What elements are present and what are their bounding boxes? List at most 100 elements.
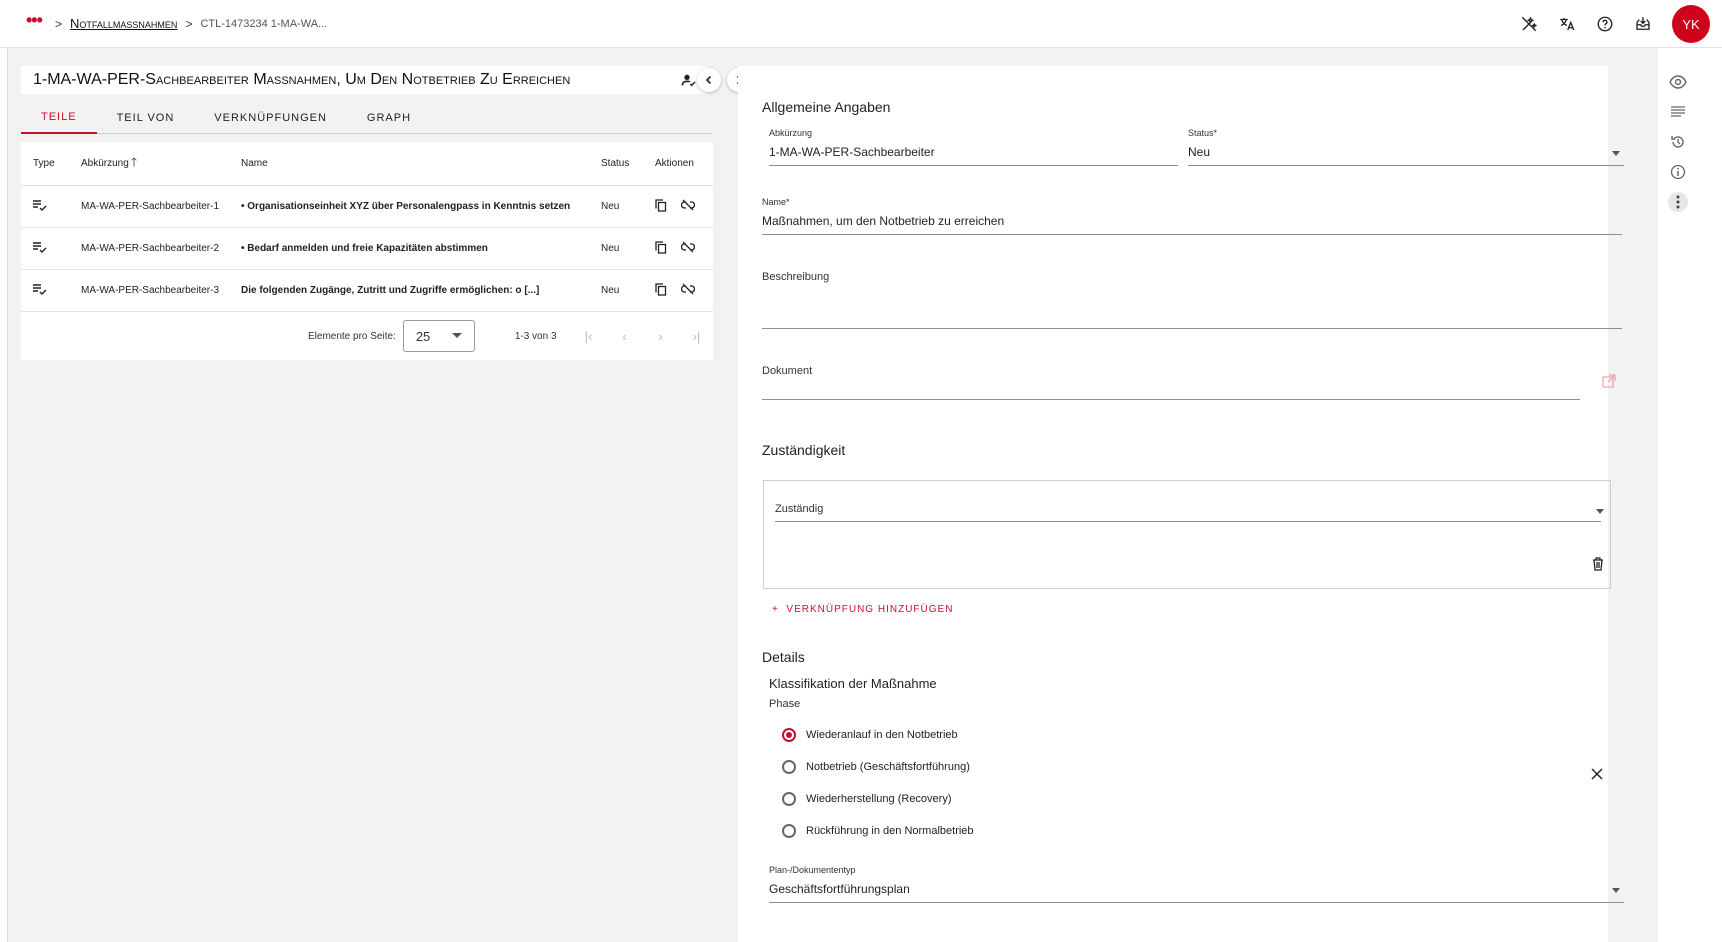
col-header-abk-label: Abkürzung: [81, 158, 129, 169]
main-menu-button[interactable]: •••: [26, 11, 43, 29]
phase-option-label: Notbetrieb (Geschäftsfortführung): [806, 761, 970, 773]
checklist-icon: [21, 241, 81, 256]
table-row[interactable]: MA-WA-PER-Sachbearbeiter-2 • Bedarf anme…: [21, 228, 713, 270]
tab-bar: Teile Teil von Verknüpfungen Graph: [21, 102, 713, 134]
next-page-icon[interactable]: ›: [651, 329, 671, 344]
row-name: • Organisationseinheit XYZ über Personal…: [241, 201, 571, 212]
right-rail: [1658, 48, 1722, 942]
name-input[interactable]: Maßnahmen, um den Notbetrieb zu erreiche…: [762, 214, 1004, 228]
phase-option-label: Wiederanlauf in den Notbetrieb: [806, 729, 958, 741]
col-header-abk[interactable]: Abkürzung 🡑: [81, 153, 241, 174]
tab-graph[interactable]: Graph: [347, 102, 431, 134]
plus-icon: +: [772, 604, 787, 615]
add-link-button[interactable]: + Verknüpfung hinzufügen: [772, 604, 953, 615]
page-size-value: 25: [415, 328, 431, 344]
eye-icon[interactable]: [1668, 72, 1688, 92]
dokument-underline: [762, 399, 1580, 400]
status-underline: [1188, 165, 1624, 166]
tab-verknuepfungen[interactable]: Verknüpfungen: [194, 102, 347, 134]
phase-label: Phase: [769, 698, 801, 710]
page-range: 1-3 von 3: [514, 330, 557, 342]
top-bar: ••• > Notfallmaßnahmen > CTL-1473234 1-M…: [0, 0, 1722, 48]
user-avatar[interactable]: YK: [1672, 5, 1710, 43]
phase-option-label: Wiederherstellung (Recovery): [806, 793, 952, 805]
phase-option-label: Rückführung in den Normalbetrieb: [806, 825, 974, 837]
unlink-icon[interactable]: [680, 283, 696, 298]
table-row[interactable]: MA-WA-PER-Sachbearbeiter-1 • Organisatio…: [21, 186, 713, 228]
page-size-label: Elemente pro Seite:: [308, 330, 396, 342]
beschreibung-underline: [762, 328, 1622, 329]
last-page-icon[interactable]: ›|: [687, 329, 707, 344]
row-abk: MA-WA-PER-Sachbearbeiter-2: [81, 243, 220, 254]
name-underline: [762, 234, 1622, 235]
col-header-actions: Aktionen: [655, 158, 694, 169]
page-size-select[interactable]: 25: [402, 320, 475, 352]
page-title: 1-MA-WA-PER-Sachbearbeiter Maßnahmen, Um…: [33, 71, 571, 88]
radio-selected[interactable]: [782, 728, 796, 742]
unlink-icon[interactable]: [680, 241, 696, 256]
col-header-type[interactable]: Type: [21, 158, 81, 169]
name-label: Name*: [762, 197, 790, 207]
row-abk: MA-WA-PER-Sachbearbeiter-3: [81, 285, 220, 296]
section-title-details: Details: [762, 649, 805, 665]
chevron-down-icon[interactable]: [1596, 509, 1604, 514]
unlink-icon[interactable]: [680, 199, 696, 214]
prev-page-icon[interactable]: ‹: [615, 329, 635, 344]
row-name: Die folgenden Zugänge, Zutritt und Zugri…: [241, 285, 540, 296]
delete-icon[interactable]: [1592, 557, 1604, 574]
first-page-icon[interactable]: |‹: [579, 329, 599, 344]
copy-icon[interactable]: [655, 240, 667, 257]
more-vertical-icon[interactable]: [1668, 192, 1688, 212]
history-icon[interactable]: [1668, 132, 1688, 152]
parts-table: Type Abkürzung 🡑 Name Status Aktionen MA-…: [21, 142, 713, 360]
row-status: Neu: [601, 201, 620, 212]
breadcrumb-link-notfallmassnahmen[interactable]: Notfallmaßnahmen: [70, 16, 177, 31]
inbox-icon[interactable]: [1624, 5, 1662, 43]
detail-form: Allgemeine Angaben Abkürzung 1-MA-WA-PER…: [738, 66, 1624, 942]
status-select[interactable]: Neu: [1188, 145, 1210, 159]
translate-icon[interactable]: [1548, 5, 1586, 43]
table-row[interactable]: MA-WA-PER-Sachbearbeiter-3 Die folgenden…: [21, 270, 713, 312]
tab-teile[interactable]: Teile: [21, 102, 97, 134]
phase-option[interactable]: Wiederherstellung (Recovery): [782, 792, 952, 806]
assign-user-icon[interactable]: [681, 72, 697, 91]
magic-off-icon[interactable]: [1510, 5, 1548, 43]
plan-select[interactable]: Geschäftsfortführungsplan: [769, 882, 910, 896]
sort-ascending-icon: 🡑: [130, 155, 138, 169]
row-status: Neu: [601, 285, 620, 296]
open-external-icon[interactable]: [1602, 374, 1616, 391]
status-label: Status*: [1188, 128, 1218, 138]
abk-input[interactable]: 1-MA-WA-PER-Sachbearbeiter: [769, 145, 935, 159]
beschreibung-input[interactable]: Beschreibung: [762, 271, 829, 283]
help-icon[interactable]: [1586, 5, 1624, 43]
chevron-down-icon: [451, 333, 462, 338]
radio-unselected[interactable]: [782, 792, 796, 806]
klassifikation-title: Klassifikation der Maßnahme: [769, 676, 937, 691]
dokument-input[interactable]: Dokument: [762, 365, 812, 377]
abk-label: Abkürzung: [769, 128, 813, 138]
collapse-left-button[interactable]: [697, 68, 721, 92]
radio-unselected[interactable]: [782, 760, 796, 774]
tab-teil-von[interactable]: Teil von: [97, 102, 195, 134]
chevron-down-icon[interactable]: [1612, 888, 1620, 893]
chevron-down-icon[interactable]: [1612, 151, 1620, 156]
radio-unselected[interactable]: [782, 824, 796, 838]
clear-phase-icon[interactable]: [1591, 768, 1603, 783]
col-header-name[interactable]: Name: [241, 158, 601, 169]
plan-underline: [769, 902, 1624, 903]
row-name: • Bedarf anmelden und freie Kapazitäten …: [241, 243, 488, 254]
info-icon[interactable]: [1668, 162, 1688, 182]
row-abk: MA-WA-PER-Sachbearbeiter-1: [81, 201, 220, 212]
left-panel: 1-MA-WA-PER-Sachbearbeiter Maßnahmen, Um…: [21, 66, 751, 360]
zustaendig-underline: [775, 521, 1601, 522]
phase-option[interactable]: Notbetrieb (Geschäftsfortführung): [782, 760, 970, 774]
phase-option[interactable]: Wiederanlauf in den Notbetrieb: [782, 728, 958, 742]
list-icon[interactable]: [1668, 102, 1688, 122]
copy-icon[interactable]: [655, 198, 667, 215]
col-header-status[interactable]: Status: [601, 158, 655, 169]
chevron-left-icon: [705, 75, 712, 85]
zustaendig-select[interactable]: Zuständig: [775, 503, 823, 515]
copy-icon[interactable]: [655, 282, 667, 299]
phase-option[interactable]: Rückführung in den Normalbetrieb: [782, 824, 974, 838]
add-link-label: Verknüpfung hinzufügen: [786, 604, 954, 615]
